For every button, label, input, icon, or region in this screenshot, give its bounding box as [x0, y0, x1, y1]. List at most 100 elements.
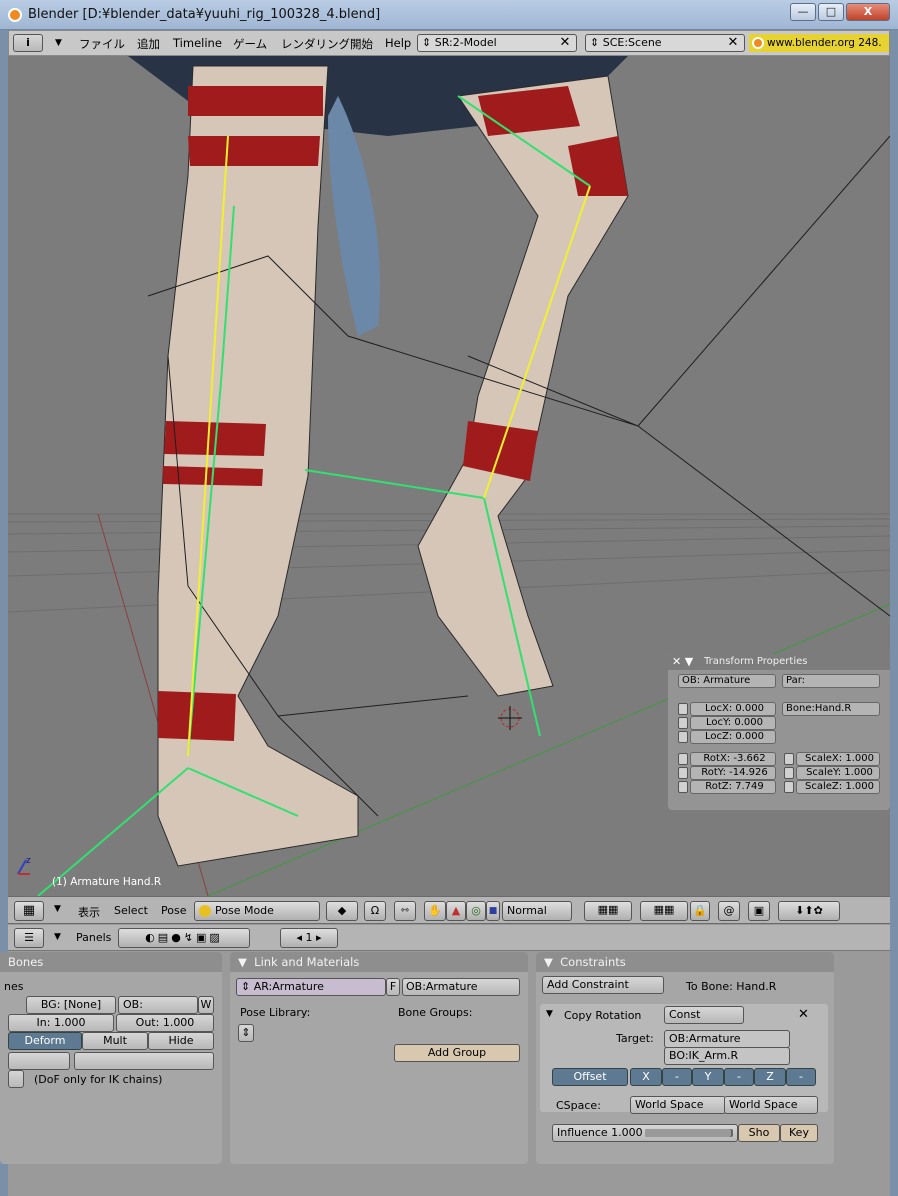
menu-file[interactable]: ファイル — [79, 36, 125, 52]
link-materials-title: ▼ Link and Materials — [230, 952, 528, 972]
context-icons[interactable]: ◐▤●↯▣▨ — [118, 928, 250, 948]
collapse-arrow-icon[interactable]: ▼ — [55, 38, 62, 48]
menu-pose[interactable]: Pose — [161, 904, 186, 917]
scalex-field[interactable]: ScaleX: 1.000 — [796, 752, 880, 766]
rotx-field[interactable]: RotX: -3.662 — [690, 752, 776, 766]
roty-field[interactable]: RotY: -14.926 — [690, 766, 776, 780]
collapse-arrow-icon[interactable]: ▼ — [54, 932, 61, 942]
target-space-selector[interactable]: World Space — [724, 1096, 818, 1114]
keyframe-icons[interactable]: ⬇⬆✿ — [778, 901, 840, 921]
in-field[interactable]: In: 1.000 — [8, 1014, 114, 1032]
blender-app-icon — [8, 8, 22, 22]
offset-toggle[interactable]: Offset — [552, 1068, 628, 1086]
hand-icon[interactable]: ✋ — [424, 901, 446, 921]
scalez-field[interactable]: ScaleZ: 1.000 — [796, 780, 880, 794]
menu-timeline[interactable]: Timeline — [173, 36, 222, 50]
maximize-button[interactable]: □ — [818, 3, 844, 21]
lock-icon[interactable] — [678, 767, 688, 779]
target-bone-field[interactable]: BO:IK_Arm.R — [664, 1047, 790, 1065]
out-field[interactable]: Out: 1.000 — [116, 1014, 214, 1032]
locx-field[interactable]: LocX: 0.000 — [690, 702, 776, 716]
object-field[interactable]: OB:Armature — [402, 978, 520, 996]
menu-view[interactable]: 表示 — [78, 904, 100, 920]
key-button[interactable]: Key — [780, 1124, 818, 1142]
panel-close-icon[interactable]: ✕ ▼ — [672, 655, 693, 668]
close-button[interactable]: X — [846, 3, 890, 21]
lock-layer-icon[interactable]: 🔒 — [690, 901, 710, 921]
constraint-name-field[interactable]: Const — [664, 1006, 744, 1024]
menu-help[interactable]: Help — [385, 36, 411, 50]
layer-buttons-right[interactable] — [74, 1052, 214, 1070]
bone-name-field[interactable]: Bone:Hand.R — [782, 702, 880, 716]
dof-checkbox[interactable] — [8, 1070, 24, 1088]
pose-library-selector[interactable]: ⇕ — [238, 1024, 254, 1042]
add-constraint-button[interactable]: Add Constraint — [542, 976, 664, 994]
lock-icon[interactable] — [784, 781, 794, 793]
menu-render[interactable]: レンダリング開始 — [281, 36, 373, 52]
locy-field[interactable]: LocY: 0.000 — [690, 716, 776, 730]
w-button[interactable]: W — [198, 996, 214, 1014]
hide-toggle[interactable]: Hide — [148, 1032, 214, 1050]
object-name-field[interactable]: OB: Armature — [678, 674, 776, 688]
scene-selector[interactable]: ⇕ SCE:Scene — [585, 34, 745, 52]
layers-row1[interactable]: ▦▦ — [584, 901, 632, 921]
lock-icon[interactable] — [678, 731, 688, 743]
lock-icon[interactable] — [784, 767, 794, 779]
lock-icon[interactable] — [784, 753, 794, 765]
lock-icon[interactable] — [678, 781, 688, 793]
magnet-icon[interactable]: Ω — [364, 901, 386, 921]
lock-icon[interactable] — [678, 753, 688, 765]
minimize-button[interactable]: — — [790, 3, 816, 21]
info-button[interactable]: i — [13, 34, 43, 52]
deform-toggle[interactable]: Deform — [8, 1032, 82, 1050]
mult-toggle[interactable]: Mult — [82, 1032, 148, 1050]
scene-delete-icon[interactable]: ✕ — [725, 34, 741, 52]
show-button[interactable]: Sho — [738, 1124, 780, 1142]
axis-x-invert[interactable]: - — [662, 1068, 692, 1086]
rotz-field[interactable]: RotZ: 7.749 — [690, 780, 776, 794]
collapse-arrow-icon[interactable]: ▼ — [238, 955, 251, 969]
axis-z-toggle[interactable]: Z — [754, 1068, 786, 1086]
collapse-arrow-icon[interactable]: ▼ — [544, 955, 557, 969]
bg-selector[interactable]: BG: [None] — [26, 996, 116, 1014]
screen-delete-icon[interactable]: ✕ — [557, 34, 573, 52]
translate-icon[interactable]: ▲ — [446, 901, 466, 921]
parent-field[interactable]: Par: — [782, 674, 880, 688]
constraint-collapse-icon[interactable]: ▼ — [546, 1009, 553, 1019]
add-group-button[interactable]: Add Group — [394, 1044, 520, 1062]
axis-y-invert[interactable]: - — [724, 1068, 754, 1086]
menu-game[interactable]: ゲーム — [233, 36, 267, 52]
lock-icon[interactable] — [678, 717, 688, 729]
screen-arrow-icon: ⇕ — [422, 36, 435, 49]
frame-field[interactable]: ◂ 1 ▸ — [280, 928, 338, 948]
draw-type-icon[interactable]: ◆ — [326, 901, 358, 921]
pivot-icon[interactable]: ⇿ — [394, 901, 416, 921]
locz-field[interactable]: LocZ: 0.000 — [690, 730, 776, 744]
scaley-field[interactable]: ScaleY: 1.000 — [796, 766, 880, 780]
menu-add[interactable]: 追加 — [137, 36, 160, 52]
influence-slider[interactable]: Influence 1.000 — [552, 1124, 738, 1142]
scale-icon[interactable]: ■ — [486, 901, 500, 921]
lock-icon[interactable] — [678, 703, 688, 715]
mode-selector[interactable]: Pose Mode — [194, 901, 320, 921]
owner-space-selector[interactable]: World Space — [630, 1096, 726, 1114]
layers-row2[interactable]: ▦▦ — [640, 901, 688, 921]
axis-y-toggle[interactable]: Y — [692, 1068, 724, 1086]
layer-buttons-left[interactable] — [8, 1052, 70, 1070]
target-object-field[interactable]: OB:Armature — [664, 1030, 790, 1048]
editor-type-icon[interactable]: ☰ — [14, 928, 44, 948]
armature-data-field[interactable]: ⇕ AR:Armature — [236, 978, 386, 996]
axis-x-toggle[interactable]: X — [630, 1068, 662, 1086]
fake-user-button[interactable]: F — [386, 978, 400, 996]
ob-field[interactable]: OB: — [118, 996, 198, 1014]
editor-type-grid-icon[interactable]: ▦ — [14, 901, 44, 921]
render-icon[interactable]: ▣ — [748, 901, 770, 921]
orientation-selector[interactable]: Normal — [502, 901, 572, 921]
link-icon[interactable]: @ — [718, 901, 740, 921]
rotate-icon[interactable]: ◎ — [466, 901, 486, 921]
constraint-delete-icon[interactable]: ✕ — [798, 1007, 809, 1022]
collapse-arrow-icon[interactable]: ▼ — [54, 904, 61, 914]
menu-select[interactable]: Select — [114, 904, 148, 917]
axis-z-invert[interactable]: - — [786, 1068, 816, 1086]
screen-selector[interactable]: ⇕ SR:2-Model — [417, 34, 577, 52]
